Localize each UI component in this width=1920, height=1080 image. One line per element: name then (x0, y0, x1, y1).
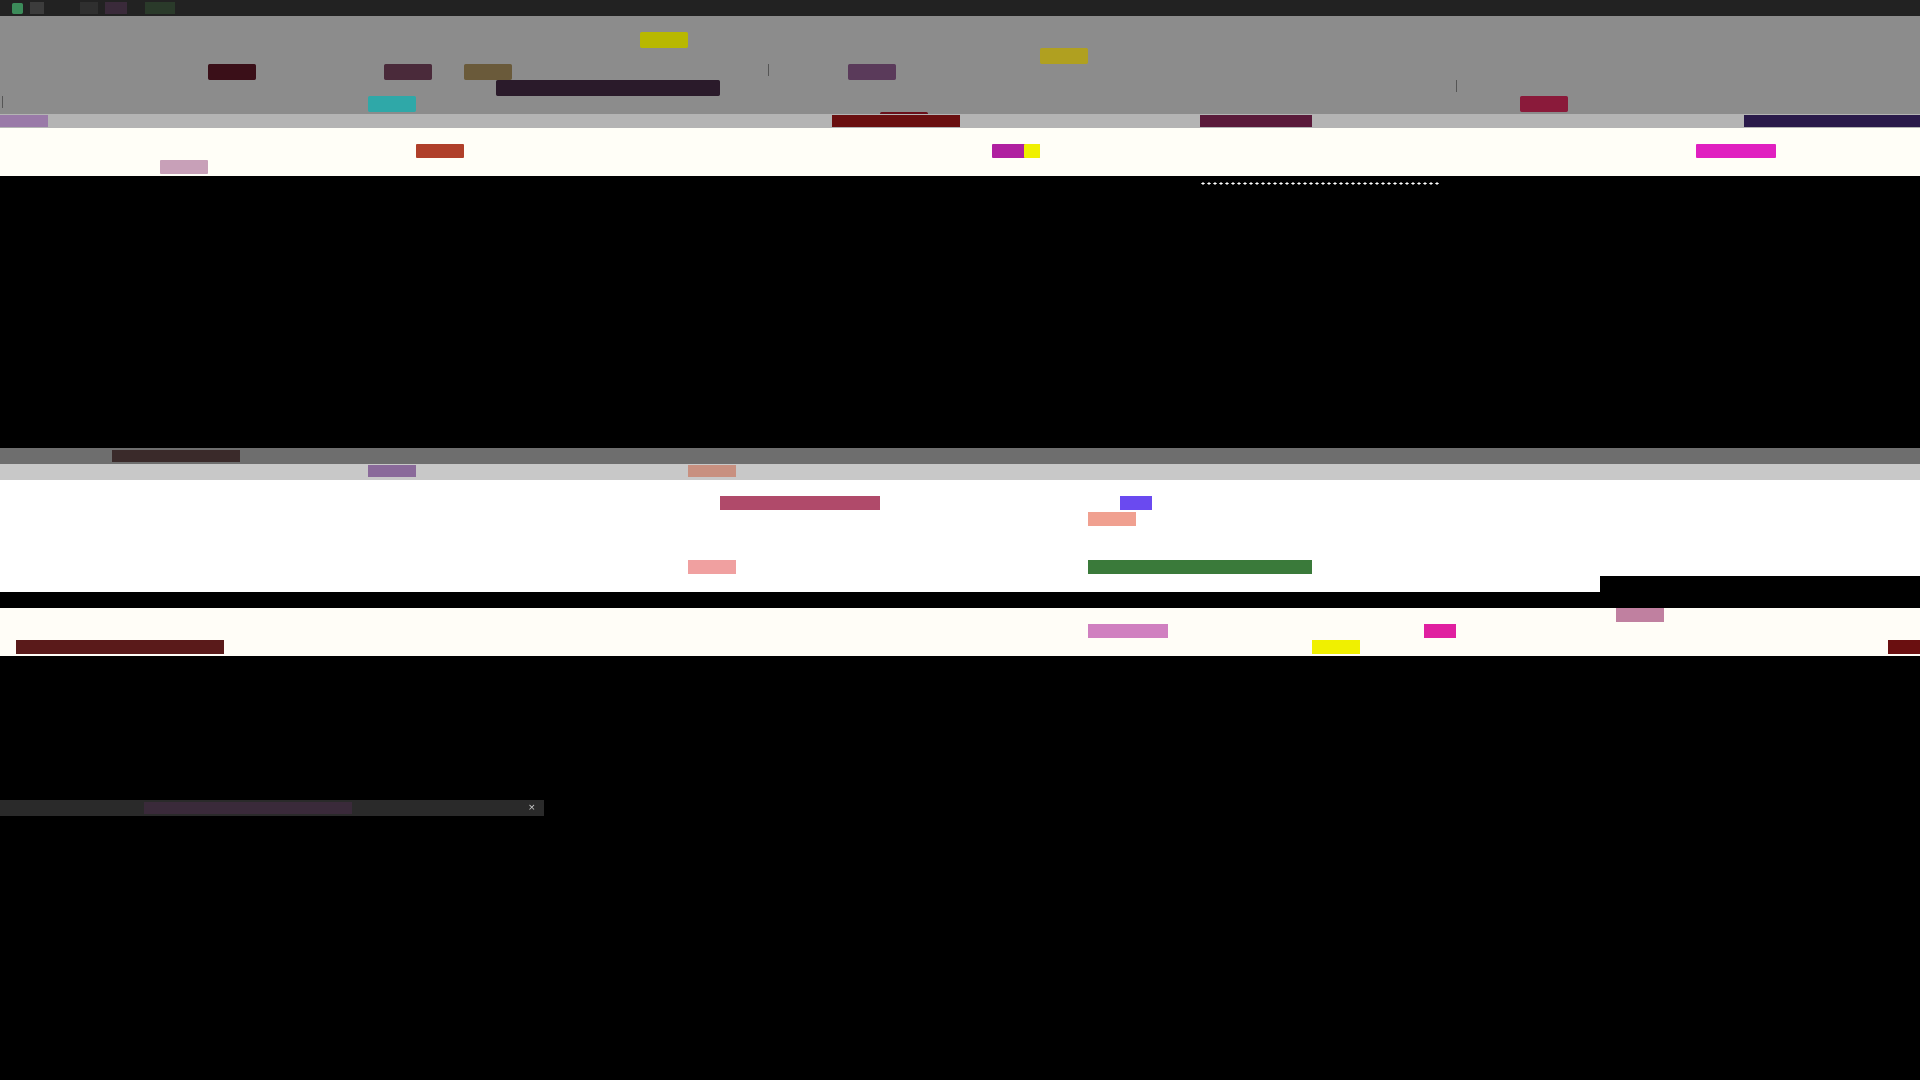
tool-button[interactable] (464, 64, 512, 80)
tab[interactable] (1744, 115, 1920, 127)
cell-marker[interactable] (160, 160, 208, 174)
highlighted-tool-button[interactable] (640, 32, 688, 48)
screen: × (0, 0, 1920, 1080)
side-panel-bar (1600, 576, 1920, 592)
list-item[interactable] (1088, 560, 1312, 574)
status-item[interactable] (1312, 640, 1360, 654)
tool-button[interactable] (208, 64, 256, 80)
cell-marker[interactable] (1024, 144, 1040, 158)
lower-workspace-pane (0, 656, 1920, 1080)
tab[interactable] (832, 115, 960, 127)
tool-button[interactable] (848, 64, 896, 80)
taskbar: × (0, 800, 544, 816)
list-item[interactable] (688, 560, 736, 574)
cell-marker[interactable] (1696, 144, 1776, 158)
tool-button[interactable] (368, 96, 416, 112)
toolbar-separator (2, 96, 3, 108)
progress-bar (0, 592, 1344, 608)
lower-window-title-block (112, 450, 240, 462)
lower-window-tabs (0, 464, 1920, 480)
taskbar-item[interactable] (144, 802, 352, 814)
toolbar (0, 16, 1920, 128)
status-item (1088, 624, 1168, 638)
list-item[interactable] (720, 496, 880, 510)
app-icon (12, 3, 23, 14)
tab[interactable] (0, 115, 48, 127)
taskbar-close-icon[interactable]: × (528, 802, 540, 814)
status-bar (0, 608, 1920, 656)
title-bar (0, 0, 1920, 16)
menu-item[interactable] (80, 2, 98, 14)
dotted-separator (1200, 182, 1440, 185)
lower-window-header (0, 448, 1920, 464)
ribbon-gallery[interactable] (496, 80, 720, 96)
tab[interactable] (368, 465, 416, 477)
toolbar-separator (1456, 80, 1457, 92)
tool-button[interactable] (1040, 48, 1088, 64)
status-item (1616, 608, 1664, 622)
window-menu-icon[interactable] (30, 2, 44, 14)
tool-button[interactable] (1520, 96, 1568, 112)
toolbar-separator (768, 64, 769, 76)
status-item (16, 640, 224, 654)
close-icon[interactable] (1888, 640, 1920, 654)
cell-marker[interactable] (416, 144, 464, 158)
list-item[interactable] (1088, 512, 1136, 526)
tab[interactable] (1200, 115, 1312, 127)
tool-button[interactable] (384, 64, 432, 80)
menu-item[interactable] (105, 2, 127, 14)
sheet-row-area (0, 128, 1920, 176)
workspace-pane (0, 192, 1920, 448)
tab[interactable] (688, 465, 736, 477)
tab-strip (0, 114, 1920, 128)
status-item[interactable] (1424, 624, 1456, 638)
menu-item[interactable] (145, 2, 175, 14)
list-item[interactable] (1120, 496, 1152, 510)
